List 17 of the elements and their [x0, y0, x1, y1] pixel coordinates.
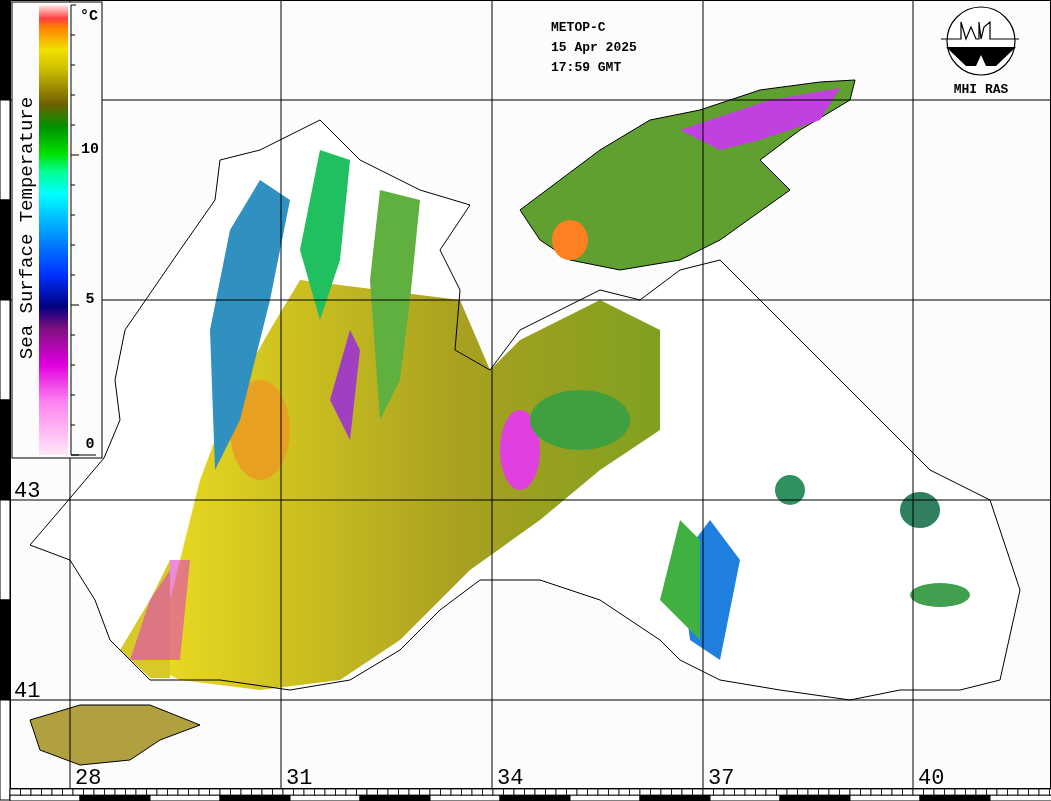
logo-label: MHI RAS	[953, 82, 1009, 97]
logo-icon	[940, 6, 1020, 76]
colorbar-tick-label: 5	[85, 291, 95, 308]
longitude-label: 40	[918, 766, 945, 791]
longitude-label: 28	[75, 766, 102, 791]
colorbar-tick-label: 10	[81, 141, 99, 158]
longitude-label: 37	[708, 766, 735, 791]
colorbar-title: Sea Surface Temperature	[16, 96, 38, 360]
longitude-label: 31	[286, 766, 313, 791]
date-text: 15 Apr 2025	[551, 40, 637, 55]
colorbar-tick-label: 0	[85, 436, 95, 453]
longitude-label: 34	[497, 766, 524, 791]
time-text: 17:59 GMT	[551, 60, 622, 75]
unit-label: °C	[80, 8, 98, 25]
latitude-label: 41	[14, 679, 41, 704]
latitude-label: 43	[14, 479, 41, 504]
satellite-name: METOP-C	[551, 20, 606, 35]
